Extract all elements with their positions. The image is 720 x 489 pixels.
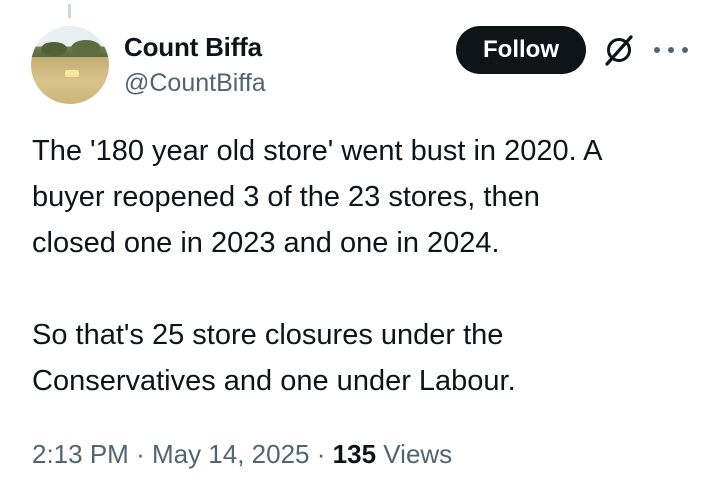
tweet-line: closed one in 2023 and one in 2024. [32,227,500,259]
meta-separator: · [316,439,326,469]
avatar[interactable] [31,26,109,104]
tweet-paragraph: So that's 25 store closures under the Co… [32,312,702,404]
avatar-tractor [65,70,79,77]
views-count[interactable]: 135 [333,439,376,469]
more-options-icon[interactable] [654,40,688,60]
views-label: Views [383,439,453,469]
tweet-line: Conservatives and one under Labour. [32,365,516,397]
tweet-line: So that's 25 store closures under the [32,319,504,351]
tweet-card: Count Biffa @CountBiffa Follow The '180 … [0,0,720,489]
avatar-tree [71,40,101,56]
tweet-text: The '180 year old store' went bust in 20… [32,128,702,404]
tweet-date[interactable]: May 14, 2025 [152,439,310,469]
tweet-line: buyer reopened 3 of the 23 stores, then [32,181,540,213]
avatar-tree [41,42,67,56]
thread-line [68,4,71,18]
follow-button[interactable]: Follow [456,26,586,74]
meta-separator: · [136,439,145,469]
tweet-line: The '180 year old store' went bust in 20… [32,135,603,167]
tweet-time[interactable]: 2:13 PM [32,439,129,469]
author-handle[interactable]: @CountBiffa [124,68,266,98]
tweet-meta: 2:13 PM · May 14, 2025 · 135 Views [32,438,452,470]
author-block: Count Biffa @CountBiffa [124,32,266,98]
author-display-name[interactable]: Count Biffa [124,32,266,62]
tweet-paragraph: The '180 year old store' went bust in 20… [32,128,702,266]
grok-icon[interactable] [602,33,636,67]
